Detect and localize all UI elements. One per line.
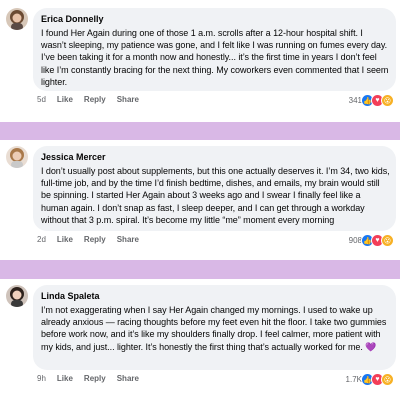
comment-time[interactable]: 5d: [37, 95, 46, 104]
like-button[interactable]: Like: [57, 374, 73, 383]
reaction-count: 1.7K: [345, 375, 362, 384]
comment-time[interactable]: 9h: [37, 374, 46, 383]
comment-bubble: Linda Spaleta I’m not exaggerating when …: [33, 285, 396, 370]
avatar[interactable]: [6, 146, 28, 168]
comment-text: I’m not exaggerating when I say Her Agai…: [41, 304, 390, 353]
wow-face-icon: 😮: [381, 373, 394, 386]
reactions-summary[interactable]: 908 👍 ♥ 😮: [349, 234, 394, 247]
reply-button[interactable]: Reply: [84, 374, 106, 383]
comment-author[interactable]: Erica Donnelly: [41, 14, 390, 25]
comment-actions: 9h Like Reply Share: [37, 374, 139, 383]
comment-author[interactable]: Jessica Mercer: [41, 152, 390, 163]
comment-bubble: Jessica Mercer I don’t usually post abou…: [33, 146, 396, 231]
reply-button[interactable]: Reply: [84, 95, 106, 104]
wow-face-icon: 😮: [381, 94, 394, 107]
reply-button[interactable]: Reply: [84, 235, 106, 244]
comment-time[interactable]: 2d: [37, 235, 46, 244]
purple-heart-icon: 💜: [365, 341, 377, 352]
reactions-summary[interactable]: 1.7K 👍 ♥ 😮: [346, 373, 394, 386]
comment-card: Erica Donnelly I found Her Again during …: [0, 0, 400, 122]
comment-text: I found Her Again during one of those 1 …: [41, 28, 389, 87]
reactions-summary[interactable]: 341 👍 ♥ 😮: [349, 94, 394, 107]
comment-bubble: Erica Donnelly I found Her Again during …: [33, 8, 396, 91]
comment-card: Linda Spaleta I’m not exaggerating when …: [0, 279, 400, 400]
share-button[interactable]: Share: [117, 235, 139, 244]
comment-text-body: I’m not exaggerating when I say Her Agai…: [41, 305, 387, 352]
reaction-count: 908: [348, 236, 362, 245]
avatar[interactable]: [6, 285, 28, 307]
comment-actions: 2d Like Reply Share: [37, 235, 139, 244]
wow-face-icon: 😮: [381, 234, 394, 247]
like-button[interactable]: Like: [57, 95, 73, 104]
comment-author[interactable]: Linda Spaleta: [41, 291, 390, 302]
comment-actions: 5d Like Reply Share: [37, 95, 139, 104]
like-button[interactable]: Like: [57, 235, 73, 244]
share-button[interactable]: Share: [117, 95, 139, 104]
reaction-count: 341: [348, 96, 362, 105]
avatar[interactable]: [6, 8, 28, 30]
comment-text: I don’t usually post about supplements, …: [41, 166, 390, 225]
share-button[interactable]: Share: [117, 374, 139, 383]
comment-card: Jessica Mercer I don’t usually post abou…: [0, 140, 400, 260]
